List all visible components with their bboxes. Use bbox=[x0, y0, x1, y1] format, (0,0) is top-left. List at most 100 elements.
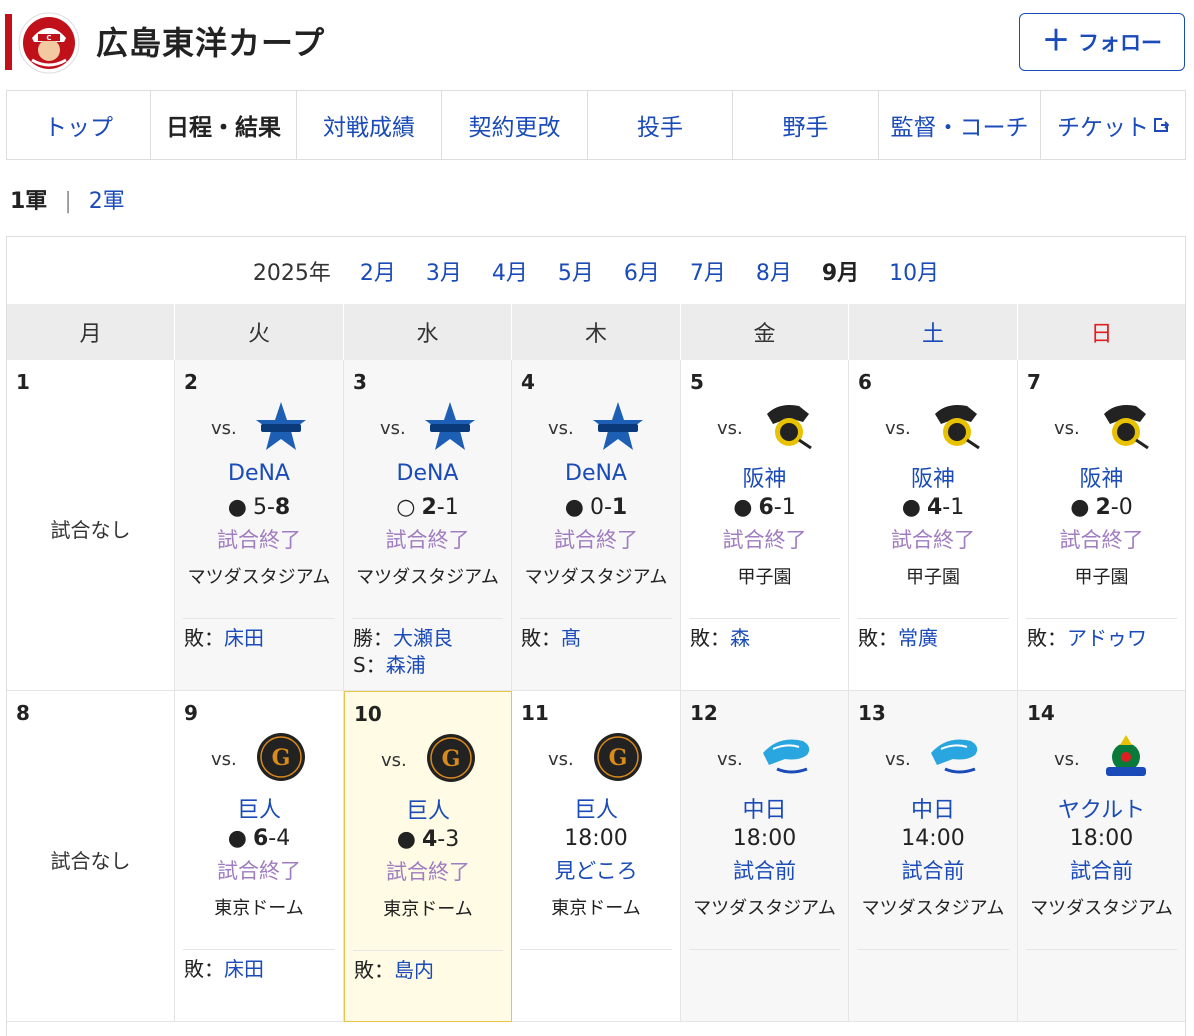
giants-logo-icon: G bbox=[427, 734, 475, 782]
day-number: 2 bbox=[184, 370, 198, 394]
month-link[interactable]: 2月 bbox=[360, 255, 396, 287]
divider bbox=[689, 949, 840, 950]
opponent-link[interactable]: 巨人 bbox=[512, 792, 680, 824]
calendar-day: 12 vs. 中日 18:00 試合前 マツダスタジアム bbox=[681, 691, 849, 1022]
opponent-link[interactable]: 巨人 bbox=[345, 793, 511, 825]
weekday-sat: 土 bbox=[849, 304, 1018, 360]
calendar-day: 9 vs. G 巨人 ● 6-4 試合終了 東京ドーム 敗：床田 bbox=[175, 691, 344, 1022]
tab-head-to-head[interactable]: 対戦成績 bbox=[297, 91, 442, 159]
opponent-link[interactable]: DeNA bbox=[175, 461, 343, 486]
opponent-link[interactable]: 阪神 bbox=[1018, 461, 1185, 493]
calendar-day: 7 vs. 阪神 ● 2-0 試合終了 甲子園 敗：アドゥワ bbox=[1018, 360, 1185, 691]
game-status-link[interactable]: 試合終了 bbox=[175, 524, 343, 554]
game-status-link[interactable]: 試合終了 bbox=[512, 524, 680, 554]
league-second-team-link[interactable]: 2軍 bbox=[89, 189, 125, 214]
own-score: 2 bbox=[421, 495, 437, 520]
year-label: 2025年 bbox=[252, 260, 331, 286]
venue: 甲子園 bbox=[737, 567, 792, 588]
vs-label: vs. bbox=[885, 418, 911, 439]
baystars-logo-icon bbox=[593, 402, 643, 450]
giants-logo-icon: G bbox=[594, 733, 642, 781]
month-link[interactable]: 3月 bbox=[426, 255, 462, 287]
vs-label: vs. bbox=[1054, 418, 1080, 439]
opponent-link[interactable]: 中日 bbox=[849, 792, 1017, 824]
pitcher-name-link[interactable]: 常廣 bbox=[898, 626, 938, 650]
follow-button[interactable]: ＋ フォロー bbox=[1019, 13, 1185, 71]
game-status-link[interactable]: 試合前 bbox=[849, 855, 1017, 885]
month-current: 9月 bbox=[821, 260, 860, 286]
own-score: 6 bbox=[252, 826, 269, 851]
month-link[interactable]: 7月 bbox=[690, 255, 726, 287]
tab-coaches[interactable]: 監督・コーチ bbox=[879, 91, 1041, 159]
calendar-day: 5 vs. 阪神 ● 6-1 試合終了 甲子園 敗：森 bbox=[681, 360, 849, 691]
opp-score: 8 bbox=[274, 495, 291, 520]
win-mark: ○ bbox=[396, 495, 416, 520]
month-link[interactable]: 10月 bbox=[889, 255, 939, 287]
game-status-link[interactable]: 試合前 bbox=[1018, 855, 1185, 885]
opponent-link[interactable]: ヤクルト bbox=[1018, 792, 1185, 824]
weekday-sun: 日 bbox=[1090, 322, 1113, 347]
calendar-day: 2 vs. DeNA ● 5-8 試合終了 マツダスタジアム 敗：床田 bbox=[175, 360, 344, 691]
tab-label: チケット bbox=[1057, 115, 1149, 141]
venue: 東京ドーム bbox=[383, 899, 473, 920]
opponent-link[interactable]: 阪神 bbox=[681, 461, 848, 493]
day-number: 9 bbox=[184, 701, 198, 725]
game-status-link[interactable]: 試合終了 bbox=[344, 524, 511, 554]
tab-tickets[interactable]: チケット bbox=[1041, 91, 1185, 159]
pitcher-name-link[interactable]: 森 bbox=[730, 626, 750, 650]
loss-mark: ● bbox=[227, 826, 247, 851]
opponent-link[interactable]: DeNA bbox=[344, 461, 511, 486]
tab-contracts[interactable]: 契約更改 bbox=[442, 91, 588, 159]
game-status-link[interactable]: 試合終了 bbox=[1018, 524, 1185, 554]
opponent-link[interactable]: DeNA bbox=[512, 461, 680, 486]
tab-fielders[interactable]: 野手 bbox=[733, 91, 879, 159]
month-link[interactable]: 8月 bbox=[756, 255, 792, 287]
venue: 東京ドーム bbox=[551, 898, 641, 919]
day-number: 5 bbox=[690, 370, 704, 394]
pitcher-name-link[interactable]: 大瀬良 bbox=[393, 626, 453, 650]
calendar-day: 6 vs. 阪神 ● 4-1 試合終了 甲子園 敗：常廣 bbox=[849, 360, 1018, 691]
tab-schedule[interactable]: 日程・結果 bbox=[151, 91, 297, 159]
own-score: 4 bbox=[421, 827, 438, 852]
pitcher-name-link[interactable]: 森浦 bbox=[386, 653, 426, 677]
external-link-icon bbox=[1154, 118, 1169, 132]
opp-score: 0 bbox=[1118, 495, 1133, 520]
game-status-link[interactable]: 試合終了 bbox=[175, 855, 343, 885]
opponent-link[interactable]: 中日 bbox=[681, 792, 848, 824]
team-title: 広島東洋カープ bbox=[96, 24, 326, 62]
month-link[interactable]: 4月 bbox=[492, 255, 528, 287]
pitcher-name-link[interactable]: 髙 bbox=[561, 626, 581, 650]
svg-text:G: G bbox=[609, 745, 628, 771]
tab-top[interactable]: トップ bbox=[7, 91, 151, 159]
pitcher-record: 敗：常廣 bbox=[858, 625, 938, 652]
opponent-link[interactable]: 巨人 bbox=[175, 792, 343, 824]
league-first-team: 1軍 bbox=[10, 189, 48, 214]
game-status-link[interactable]: 試合終了 bbox=[681, 524, 848, 554]
divider bbox=[1026, 949, 1177, 950]
vs-label: vs. bbox=[717, 749, 743, 770]
tab-label: トップ bbox=[44, 115, 113, 141]
game-status-link[interactable]: 試合前 bbox=[681, 855, 848, 885]
pitcher-name-link[interactable]: 島内 bbox=[394, 958, 434, 982]
divider bbox=[857, 618, 1009, 619]
month-link[interactable]: 5月 bbox=[558, 255, 594, 287]
pitcher-name-link[interactable]: アドゥワ bbox=[1067, 626, 1147, 650]
baystars-logo-icon bbox=[256, 402, 306, 450]
month-link[interactable]: 6月 bbox=[624, 255, 660, 287]
divider bbox=[689, 618, 840, 619]
tab-label: 投手 bbox=[637, 115, 683, 141]
pitcher-record: 勝：大瀬良 S：森浦 bbox=[353, 625, 453, 679]
game-status-link[interactable]: 試合終了 bbox=[849, 524, 1017, 554]
pitcher-role: 敗： bbox=[690, 626, 730, 650]
pitcher-role: 敗： bbox=[184, 626, 224, 650]
game-status-link[interactable]: 試合終了 bbox=[345, 856, 511, 886]
tab-pitchers[interactable]: 投手 bbox=[588, 91, 733, 159]
game-score: ● 4-1 bbox=[849, 495, 1017, 520]
opponent-link[interactable]: 阪神 bbox=[849, 461, 1017, 493]
loss-mark: ● bbox=[227, 495, 247, 520]
venue: マツダスタジアム bbox=[356, 567, 499, 588]
preview-link[interactable]: 見どころ bbox=[512, 855, 680, 885]
pitcher-name-link[interactable]: 床田 bbox=[224, 626, 264, 650]
pitcher-name-link[interactable]: 床田 bbox=[224, 957, 264, 981]
score-dash: - bbox=[773, 495, 782, 520]
